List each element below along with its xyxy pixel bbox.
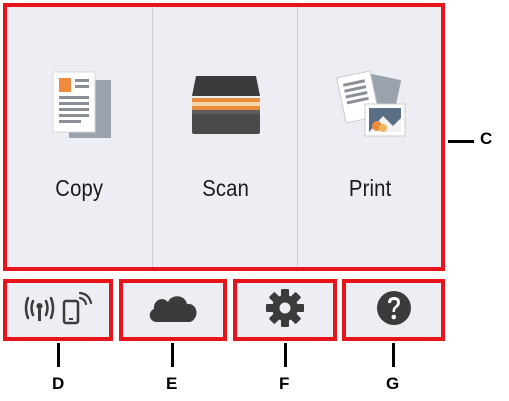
print-tile[interactable]: Print bbox=[297, 7, 443, 267]
print-photo-icon bbox=[331, 67, 411, 147]
wireless-phone-icon bbox=[22, 288, 94, 333]
callout-e-line bbox=[171, 343, 174, 367]
callout-f-line bbox=[284, 343, 287, 367]
scan-tile[interactable]: Scan bbox=[152, 7, 298, 267]
copy-label: Copy bbox=[55, 175, 104, 201]
scanner-icon bbox=[186, 67, 266, 147]
wireless-status-button[interactable] bbox=[3, 279, 113, 341]
cloud-icon bbox=[145, 290, 201, 331]
callout-c-line bbox=[448, 140, 474, 143]
callout-d-line bbox=[57, 343, 60, 367]
copy-tile[interactable]: Copy bbox=[7, 7, 152, 267]
callout-d-label: D bbox=[52, 374, 65, 393]
question-circle-icon bbox=[375, 289, 413, 332]
help-button[interactable] bbox=[342, 279, 445, 341]
callout-f-label: F bbox=[279, 374, 290, 393]
gear-icon bbox=[265, 288, 305, 333]
function-menu-panel: Copy Scan Print bbox=[3, 3, 445, 271]
cloud-button[interactable] bbox=[119, 279, 227, 341]
scan-label: Scan bbox=[202, 175, 249, 201]
callout-e-label: E bbox=[166, 374, 178, 393]
callout-c-label: C bbox=[480, 129, 493, 148]
copy-document-icon bbox=[40, 67, 120, 147]
print-label: Print bbox=[349, 175, 392, 201]
callout-g-line bbox=[392, 343, 395, 367]
callout-g-label: G bbox=[386, 374, 400, 393]
settings-button[interactable] bbox=[233, 279, 337, 341]
